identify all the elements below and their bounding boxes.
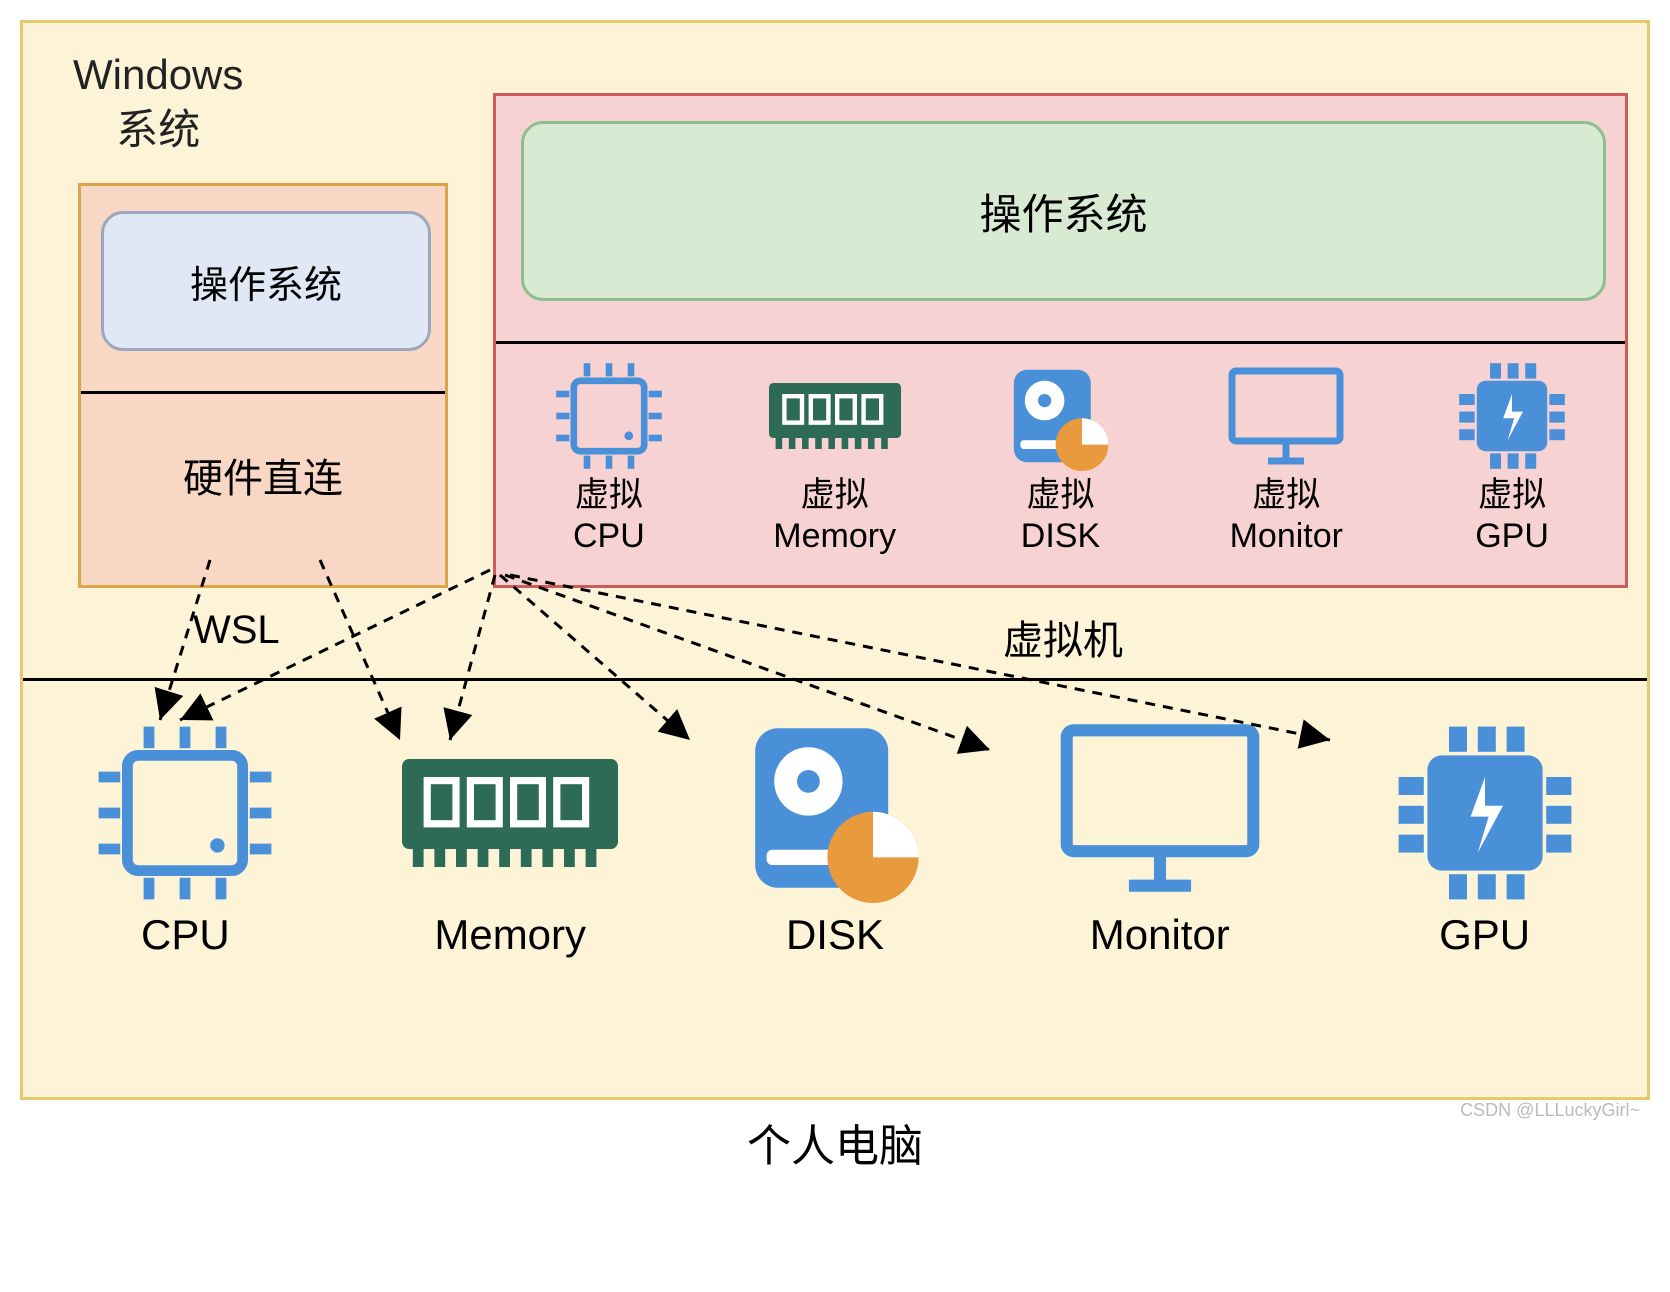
windows-title-line2: 系统 xyxy=(116,106,200,153)
vm-os-label: 操作系统 xyxy=(979,181,1147,242)
wsl-hardware-label: 硬件直连 xyxy=(81,446,445,504)
hw-gpu-label: GPU xyxy=(1439,911,1530,959)
hardware-divider xyxy=(23,678,1647,681)
wsl-os-label: 操作系统 xyxy=(190,254,342,309)
monitor-icon xyxy=(1050,713,1270,903)
cpu-icon xyxy=(554,361,664,471)
monitor-icon xyxy=(1221,361,1351,471)
disk-icon xyxy=(1005,361,1115,471)
windows-title: Windows 系统 xyxy=(73,48,243,157)
hw-memory: Memory xyxy=(360,723,660,959)
hw-monitor: Monitor xyxy=(1010,713,1310,959)
vm-divider xyxy=(496,341,1625,344)
vm-hw-gpu: 虚拟GPU xyxy=(1412,361,1612,557)
wsl-name-label: WSL xyxy=(193,608,280,653)
vm-hw-cpu: 虚拟CPU xyxy=(509,361,709,557)
vm-hw-disk: 虚拟DISK xyxy=(960,361,1160,557)
vm-hw-monitor: 虚拟Monitor xyxy=(1186,361,1386,557)
memory-icon xyxy=(760,361,910,471)
wsl-divider xyxy=(81,391,445,394)
hw-monitor-label: Monitor xyxy=(1090,911,1230,959)
hw-gpu: GPU xyxy=(1335,723,1635,959)
physical-hardware-row: CPU Memory DISK Monitor GPU xyxy=(23,713,1647,959)
cpu-icon xyxy=(95,723,275,903)
hw-cpu: CPU xyxy=(35,723,335,959)
vm-hardware-row: 虚拟CPU 虚拟Memory 虚拟DISK 虚拟Monitor 虚拟GPU xyxy=(496,361,1625,557)
watermark: CSDN @LLLuckyGirl~ xyxy=(1460,1100,1640,1121)
wsl-container: 操作系统 硬件直连 xyxy=(78,183,448,588)
vm-container: 操作系统 虚拟CPU 虚拟Memory 虚拟DISK 虚拟Monitor xyxy=(493,93,1628,588)
vm-name-label: 虚拟机 xyxy=(1003,608,1123,666)
wsl-os-box: 操作系统 xyxy=(101,211,431,351)
hw-disk: DISK xyxy=(685,713,985,959)
gpu-icon xyxy=(1457,361,1567,471)
vm-os-box: 操作系统 xyxy=(521,121,1606,301)
windows-system-container: Windows 系统 操作系统 硬件直连 WSL 操作系统 虚拟CPU 虚拟Me… xyxy=(20,20,1650,1100)
hw-cpu-label: CPU xyxy=(141,911,230,959)
hw-disk-label: DISK xyxy=(786,911,884,959)
disk-icon xyxy=(740,713,930,903)
personal-computer-label: 个人电脑 xyxy=(0,1110,1670,1174)
hw-memory-label: Memory xyxy=(434,911,586,959)
gpu-icon xyxy=(1395,723,1575,903)
vm-hw-memory: 虚拟Memory xyxy=(735,361,935,557)
windows-title-line1: Windows xyxy=(73,51,243,98)
memory-icon xyxy=(380,723,640,903)
